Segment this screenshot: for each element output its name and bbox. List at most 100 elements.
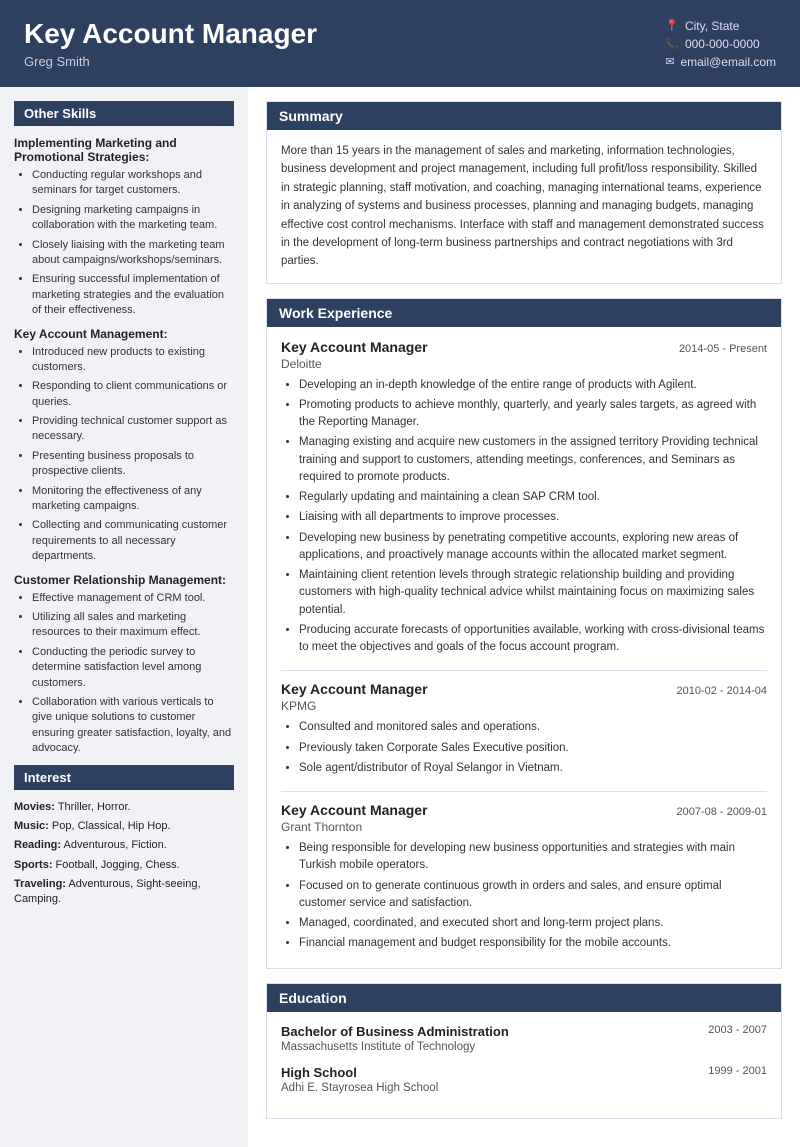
job-1-date: 2014-05 - Present	[679, 343, 767, 355]
list-item: Promoting products to achieve monthly, q…	[299, 397, 767, 432]
list-item: Maintaining client retention levels thro…	[299, 567, 767, 619]
phone-line: 📞 000-000-0000	[665, 37, 776, 51]
location-text: City, State	[685, 19, 739, 33]
list-item: Developing an in-depth knowledge of the …	[299, 377, 767, 394]
job-1-title: Key Account Manager	[281, 339, 428, 355]
skills-list-1: Conducting regular workshops and seminar…	[14, 168, 234, 319]
summary-body: More than 15 years in the management of …	[267, 130, 781, 283]
list-item: Presenting business proposals to prospec…	[32, 449, 234, 480]
job-3-header: Key Account Manager 2007-08 - 2009-01	[281, 802, 767, 818]
job-2-title: Key Account Manager	[281, 681, 428, 697]
list-item: Developing new business by penetrating c…	[299, 530, 767, 565]
list-item: Collecting and communicating customer re…	[32, 518, 234, 564]
education-header: Education	[267, 984, 781, 1012]
skills-subsection-2-title: Key Account Management:	[14, 327, 234, 341]
main-content: Summary More than 15 years in the manage…	[248, 87, 800, 1147]
list-item: Consulted and monitored sales and operat…	[299, 719, 767, 736]
phone-icon: 📞	[665, 37, 679, 50]
skills-list-3: Effective management of CRM tool. Utiliz…	[14, 591, 234, 757]
header-left: Key Account Manager Greg Smith	[24, 18, 317, 69]
edu-2-header: High School 1999 - 2001	[281, 1065, 767, 1080]
summary-section: Summary More than 15 years in the manage…	[266, 101, 782, 284]
interest-traveling: Traveling: Adventurous, Sight-seeing, Ca…	[14, 877, 234, 908]
resume-header: Key Account Manager Greg Smith 📍 City, S…	[0, 0, 800, 87]
list-item: Responding to client communications or q…	[32, 379, 234, 410]
sidebar: Other Skills Implementing Marketing and …	[0, 87, 248, 1147]
interest-list: Movies: Thriller, Horror. Music: Pop, Cl…	[14, 800, 234, 908]
job-2-company: KPMG	[281, 699, 767, 713]
list-item: Conducting the periodic survey to determ…	[32, 645, 234, 691]
candidate-title: Key Account Manager	[24, 18, 317, 50]
list-item: Effective management of CRM tool.	[32, 591, 234, 606]
education-section: Education Bachelor of Business Administr…	[266, 983, 782, 1119]
edu-2-degree: High School	[281, 1065, 357, 1080]
job-block-2: Key Account Manager 2010-02 - 2014-04 KP…	[281, 681, 767, 777]
email-icon: ✉	[665, 55, 674, 68]
job-3-date: 2007-08 - 2009-01	[676, 806, 767, 818]
job-3-company: Grant Thornton	[281, 820, 767, 834]
candidate-name: Greg Smith	[24, 54, 317, 69]
header-contact: 📍 City, State 📞 000-000-0000 ✉ email@ema…	[665, 19, 776, 69]
list-item: Utilizing all sales and marketing resour…	[32, 610, 234, 641]
education-body: Bachelor of Business Administration 2003…	[267, 1012, 781, 1118]
interest-sports: Sports: Football, Jogging, Chess.	[14, 858, 234, 873]
job-1-bullets: Developing an in-depth knowledge of the …	[281, 377, 767, 657]
interest-reading: Reading: Adventurous, Fiction.	[14, 838, 234, 853]
job-block-1: Key Account Manager 2014-05 - Present De…	[281, 339, 767, 657]
interest-music: Music: Pop, Classical, Hip Hop.	[14, 819, 234, 834]
email-line: ✉ email@email.com	[665, 55, 776, 69]
list-item: Collaboration with various verticals to …	[32, 695, 234, 757]
edu-2-date: 1999 - 2001	[708, 1065, 767, 1080]
job-3-bullets: Being responsible for developing new bus…	[281, 840, 767, 953]
edu-1-degree: Bachelor of Business Administration	[281, 1024, 509, 1039]
skills-list-2: Introduced new products to existing cust…	[14, 345, 234, 565]
edu-1-date: 2003 - 2007	[708, 1024, 767, 1039]
job-2-bullets: Consulted and monitored sales and operat…	[281, 719, 767, 777]
list-item: Managing existing and acquire new custom…	[299, 434, 767, 486]
list-item: Providing technical customer support as …	[32, 414, 234, 445]
other-skills-title: Other Skills	[14, 101, 234, 126]
job-2-date: 2010-02 - 2014-04	[676, 685, 767, 697]
work-experience-body: Key Account Manager 2014-05 - Present De…	[267, 327, 781, 968]
interest-title: Interest	[14, 765, 234, 790]
list-item: Financial management and budget responsi…	[299, 935, 767, 952]
divider-1	[281, 670, 767, 671]
edu-block-1: Bachelor of Business Administration 2003…	[281, 1024, 767, 1053]
summary-header: Summary	[267, 102, 781, 130]
list-item: Ensuring successful implementation of ma…	[32, 272, 234, 318]
list-item: Producing accurate forecasts of opportun…	[299, 622, 767, 657]
job-1-company: Deloitte	[281, 357, 767, 371]
list-item: Liaising with all departments to improve…	[299, 509, 767, 526]
job-block-3: Key Account Manager 2007-08 - 2009-01 Gr…	[281, 802, 767, 953]
email-text: email@email.com	[680, 55, 776, 69]
edu-block-2: High School 1999 - 2001 Adhi E. Stayrose…	[281, 1065, 767, 1094]
list-item: Focused on to generate continuous growth…	[299, 878, 767, 913]
job-2-header: Key Account Manager 2010-02 - 2014-04	[281, 681, 767, 697]
list-item: Conducting regular workshops and seminar…	[32, 168, 234, 199]
location-icon: 📍	[665, 19, 679, 32]
location-line: 📍 City, State	[665, 19, 776, 33]
work-experience-header: Work Experience	[267, 299, 781, 327]
edu-1-header: Bachelor of Business Administration 2003…	[281, 1024, 767, 1039]
list-item: Closely liaising with the marketing team…	[32, 238, 234, 269]
resume-body: Other Skills Implementing Marketing and …	[0, 87, 800, 1147]
list-item: Monitoring the effectiveness of any mark…	[32, 484, 234, 515]
divider-2	[281, 791, 767, 792]
skills-subsection-1-title: Implementing Marketing and Promotional S…	[14, 136, 234, 164]
job-3-title: Key Account Manager	[281, 802, 428, 818]
edu-1-school: Massachusetts Institute of Technology	[281, 1041, 767, 1053]
list-item: Managed, coordinated, and executed short…	[299, 915, 767, 932]
list-item: Regularly updating and maintaining a cle…	[299, 489, 767, 506]
list-item: Sole agent/distributor of Royal Selangor…	[299, 760, 767, 777]
job-1-header: Key Account Manager 2014-05 - Present	[281, 339, 767, 355]
list-item: Previously taken Corporate Sales Executi…	[299, 740, 767, 757]
list-item: Introduced new products to existing cust…	[32, 345, 234, 376]
list-item: Designing marketing campaigns in collabo…	[32, 203, 234, 234]
phone-text: 000-000-0000	[685, 37, 760, 51]
summary-text: More than 15 years in the management of …	[281, 142, 767, 271]
skills-subsection-3-title: Customer Relationship Management:	[14, 573, 234, 587]
interest-movies: Movies: Thriller, Horror.	[14, 800, 234, 815]
list-item: Being responsible for developing new bus…	[299, 840, 767, 875]
work-experience-section: Work Experience Key Account Manager 2014…	[266, 298, 782, 969]
edu-2-school: Adhi E. Stayrosea High School	[281, 1082, 767, 1094]
